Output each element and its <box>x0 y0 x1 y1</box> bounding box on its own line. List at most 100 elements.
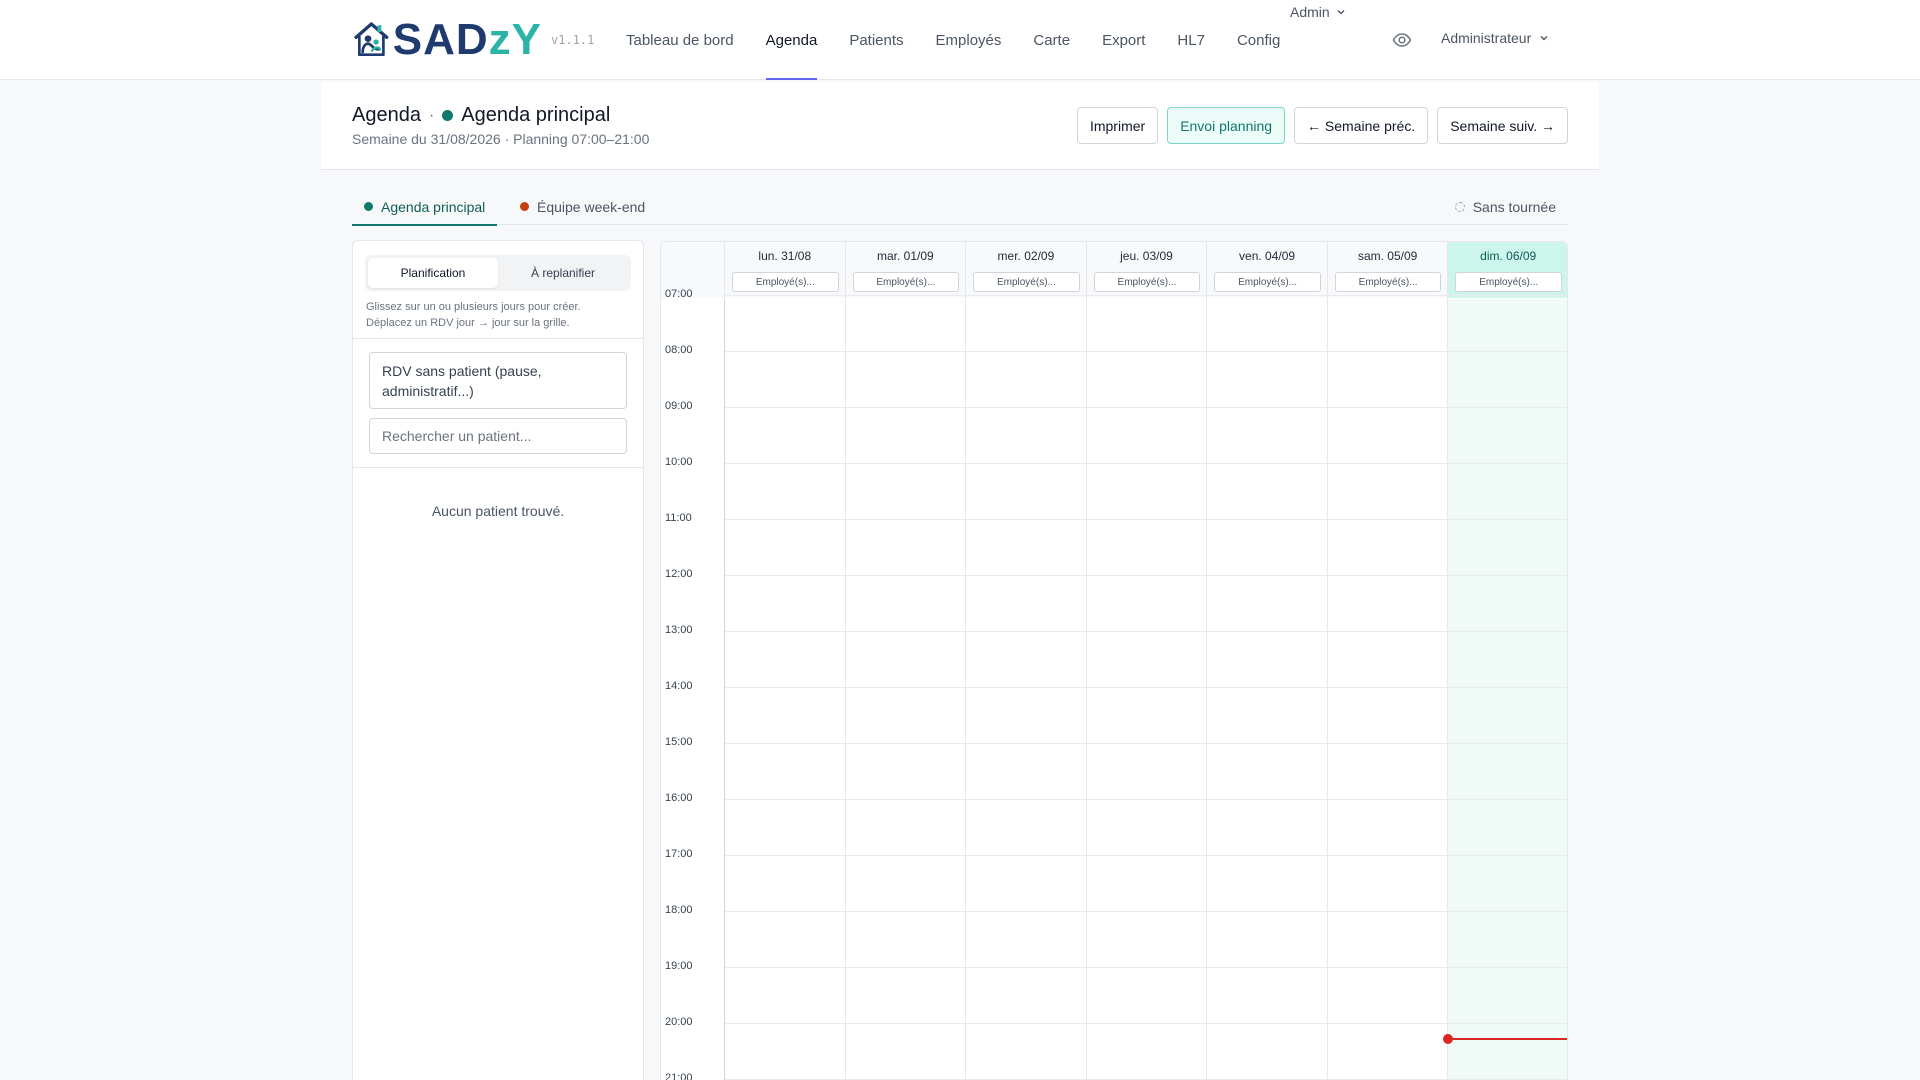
hour-gridline <box>725 743 1567 744</box>
hour-label: 11:00 <box>665 512 692 524</box>
nav-agenda[interactable]: Agenda <box>750 0 834 80</box>
nav-export[interactable]: Export <box>1086 0 1161 80</box>
employee-select[interactable]: Employé(s)... <box>852 272 960 292</box>
nav-employees[interactable]: Employés <box>920 0 1018 80</box>
logo-text-accent: zY <box>488 15 542 64</box>
hour-label: 18:00 <box>665 904 693 916</box>
hour-gridline <box>725 295 1567 296</box>
hour-label: 07:00 <box>665 288 693 300</box>
day-label: mer. 02/09 <box>997 249 1055 263</box>
employee-select[interactable]: Employé(s)... <box>973 272 1080 292</box>
day-header: jeu. 03/09 Employé(s)... <box>1086 242 1208 298</box>
logo-text-main: SAD <box>392 15 489 64</box>
calendar-grid[interactable]: 07:00 08:00 09:00 10:00 11:00 12:00 13:00 14:00… <box>661 288 1567 1080</box>
nav-config[interactable]: Config <box>1221 0 1296 80</box>
hour-gridline <box>725 631 1567 632</box>
user-menu-label: Administrateur <box>1441 30 1532 46</box>
day-header: mer. 02/09 Employé(s)... <box>966 242 1087 298</box>
day-column[interactable] <box>725 299 846 1080</box>
logo-wordmark: SADzY <box>393 15 542 65</box>
day-column[interactable] <box>1448 299 1567 1080</box>
no-tour-label: Sans tournée <box>1472 198 1556 215</box>
segment-replanifier[interactable]: À replanifier <box>498 258 628 288</box>
tab-equipe-week-end[interactable]: Équipe week-end <box>520 188 645 225</box>
send-planning-button[interactable]: Envoi planning <box>1167 107 1286 144</box>
nav-hl7[interactable]: HL7 <box>1161 0 1221 80</box>
current-time-line <box>1448 1037 1567 1040</box>
admin-menu[interactable]: Admin <box>1290 4 1346 20</box>
divider <box>353 338 643 339</box>
page-title: Agenda · Agenda principal <box>352 104 610 127</box>
mode-segmented-control: Planification À replanifier <box>365 255 631 291</box>
hour-gridline <box>725 855 1567 856</box>
eye-icon[interactable] <box>1392 30 1412 50</box>
employee-select[interactable]: Employé(s)... <box>1093 272 1201 292</box>
top-navbar: SADzY v1.1.1 Tableau de bord Agenda Pati… <box>0 0 1920 80</box>
employee-select[interactable]: Employé(s)... <box>1214 272 1321 292</box>
hour-label: 17:00 <box>665 848 693 860</box>
day-label: sam. 05/09 <box>1357 249 1418 263</box>
page-header: Agenda · Agenda principal Semaine du 31/… <box>321 82 1599 170</box>
previous-week-button[interactable]: ← Semaine préc. <box>1294 107 1429 144</box>
day-header: dim. 06/09 Employé(s)... <box>1448 242 1567 298</box>
header-actions: Imprimer Envoi planning ← Semaine préc. … <box>1076 107 1568 144</box>
no-tour-toggle[interactable]: Sans tournée <box>1454 188 1556 225</box>
nav-map[interactable]: Carte <box>1017 0 1086 80</box>
hour-label: 19:00 <box>665 960 693 972</box>
divider <box>353 467 643 468</box>
day-column[interactable] <box>846 299 967 1080</box>
user-menu[interactable]: Administrateur <box>1441 30 1549 46</box>
day-column[interactable] <box>1087 299 1208 1080</box>
hour-gridline <box>725 799 1567 800</box>
app-logo[interactable]: SADzY <box>352 10 542 70</box>
agenda-tabs: Agenda principal Équipe week-end Sans to… <box>351 188 1568 226</box>
hour-label: 16:00 <box>665 792 693 804</box>
hour-gridline <box>725 575 1567 576</box>
day-column[interactable] <box>1207 299 1328 1080</box>
main-nav: Tableau de bord Agenda Patients Employés… <box>610 0 1296 80</box>
employee-select[interactable]: Employé(s)... <box>1334 272 1442 292</box>
nav-dashboard[interactable]: Tableau de bord <box>610 0 750 80</box>
rdv-without-patient-item[interactable]: RDV sans patient (pause, administratif..… <box>369 352 627 409</box>
day-column[interactable] <box>966 299 1087 1080</box>
hour-gridline <box>725 911 1567 912</box>
segment-planification[interactable]: Planification <box>368 258 498 288</box>
hour-gridline <box>725 463 1567 464</box>
hour-gridline <box>725 351 1567 352</box>
agenda-name: Agenda principal <box>461 104 611 126</box>
week-calendar: lun. 31/08 Employé(s)... mar. 01/09 Employé… <box>660 241 1568 1080</box>
day-header: lun. 31/08 Employé(s)... <box>725 242 846 298</box>
hour-label: 15:00 <box>665 736 693 748</box>
nav-patients[interactable]: Patients <box>833 0 919 80</box>
week-subtitle: Semaine du 31/08/2026 · Planning 07:00–2… <box>352 131 650 147</box>
calendar-header: lun. 31/08 Employé(s)... mar. 01/09 Employé… <box>661 242 1567 298</box>
day-column[interactable] <box>1328 299 1449 1080</box>
app-version: v1.1.1 <box>551 33 595 47</box>
planning-hint: Glissez sur un ou plusieurs jours pour c… <box>366 299 636 331</box>
hour-label: 09:00 <box>665 400 693 412</box>
planning-sidebar: Planification À replanifier Glissez sur … <box>352 240 644 1080</box>
loading-spinner-icon <box>1454 201 1465 212</box>
patient-search-input[interactable] <box>369 418 627 454</box>
hour-gridline <box>725 407 1567 408</box>
next-week-button[interactable]: Semaine suiv. → <box>1437 107 1568 144</box>
employee-select[interactable]: Employé(s)... <box>732 272 839 292</box>
tab-label: Équipe week-end <box>537 198 646 215</box>
print-button[interactable]: Imprimer <box>1076 107 1159 144</box>
tab-color-dot <box>520 202 529 211</box>
agenda-color-dot <box>442 110 454 121</box>
hour-label: 10:00 <box>665 456 693 468</box>
tab-agenda-principal[interactable]: Agenda principal <box>351 188 498 226</box>
day-header: ven. 04/09 Employé(s)... <box>1207 242 1328 298</box>
hour-label: 21:00 <box>665 1072 693 1080</box>
hour-gridline <box>725 967 1567 968</box>
hour-label: 13:00 <box>665 624 693 636</box>
day-label: jeu. 03/09 <box>1120 249 1173 263</box>
title-separator: · <box>428 106 435 124</box>
hour-label: 08:00 <box>665 344 693 356</box>
chevron-down-icon <box>1540 36 1548 41</box>
hint-line-create: Glissez sur un ou plusieurs jours pour c… <box>366 301 581 313</box>
employee-select[interactable]: Employé(s)... <box>1455 272 1562 292</box>
hour-gridline <box>725 519 1567 520</box>
day-label: lun. 31/08 <box>758 249 812 263</box>
